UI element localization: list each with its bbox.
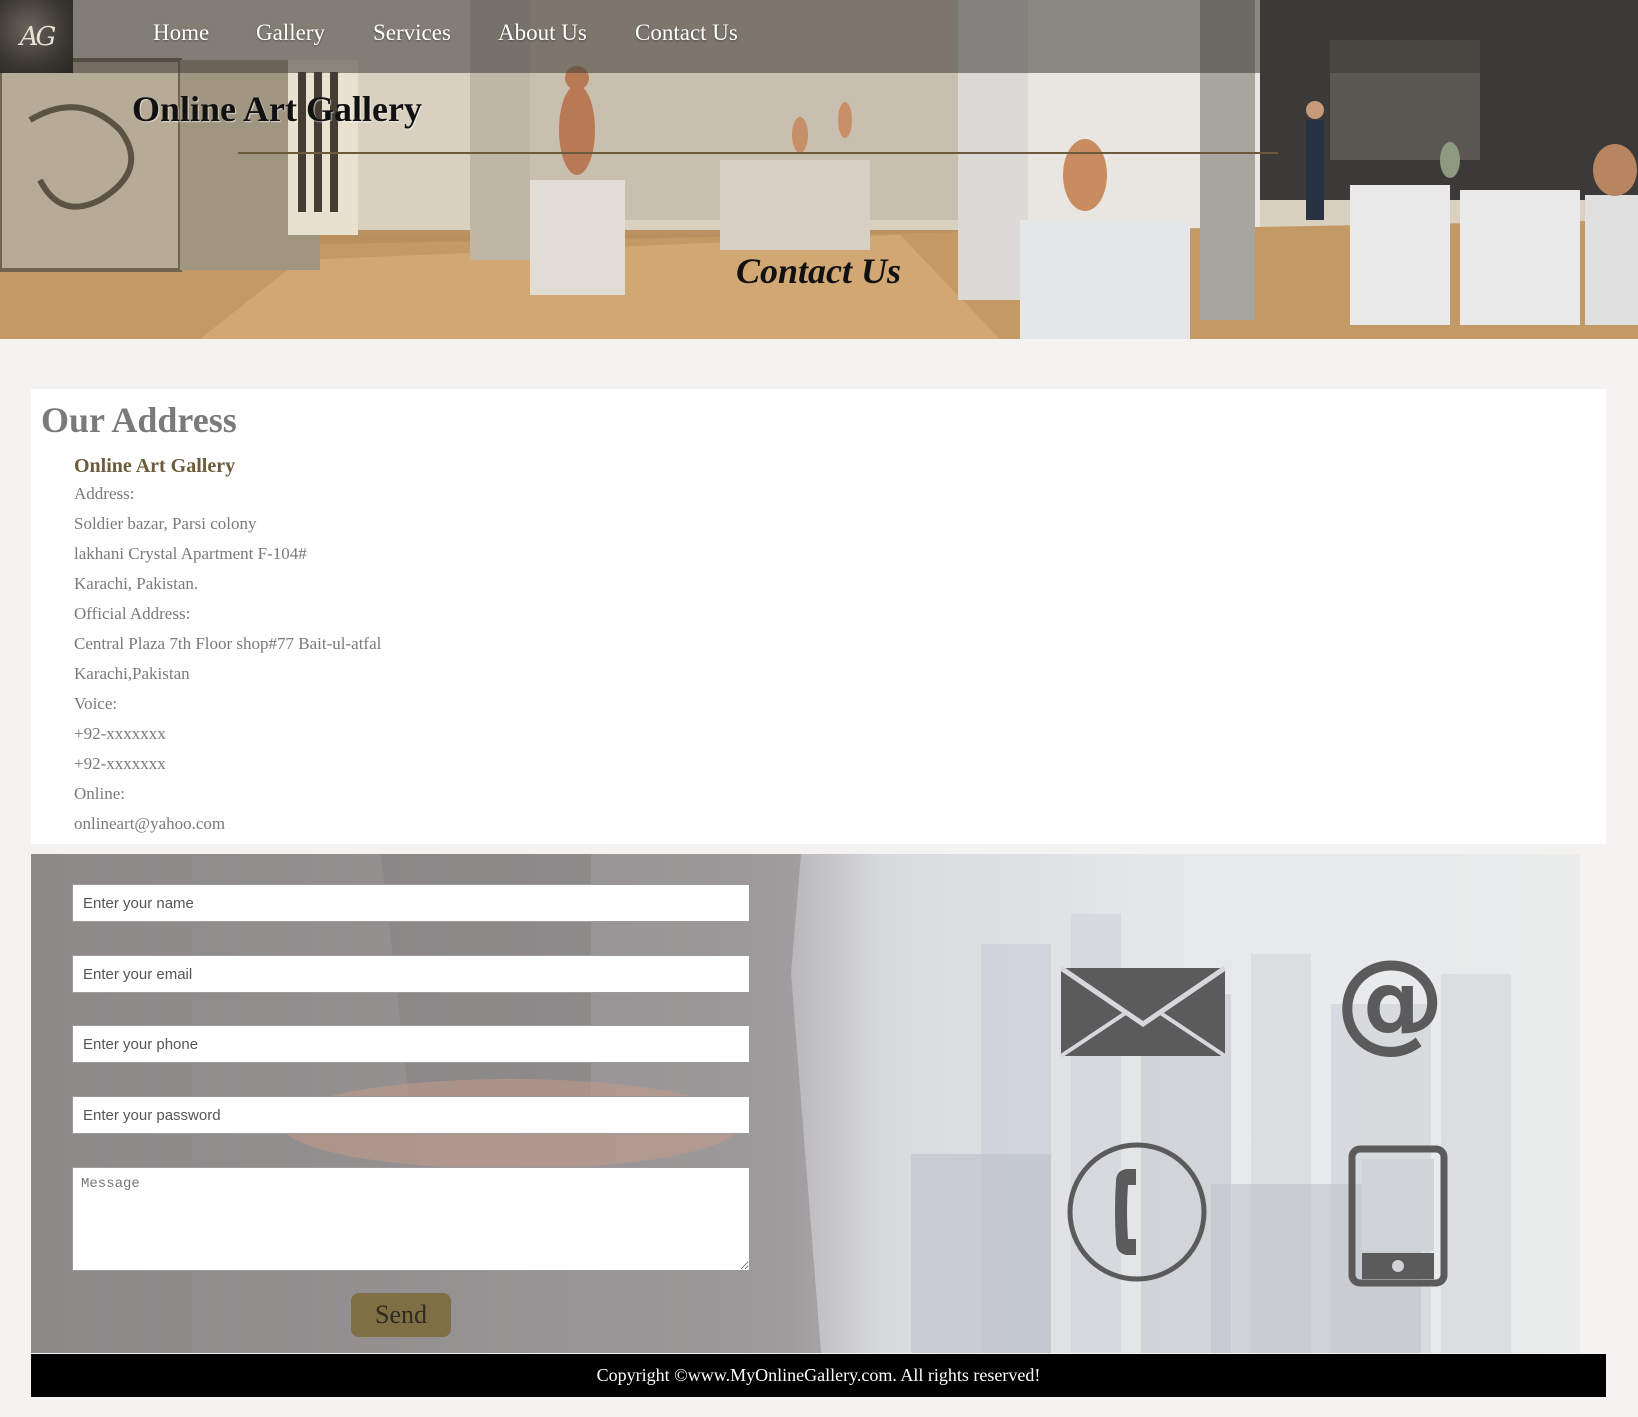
organization-name: Online Art Gallery bbox=[74, 455, 236, 477]
envelope-icon bbox=[1059, 965, 1227, 1058]
address-line: +92-xxxxxxx bbox=[74, 754, 166, 773]
nav-services[interactable]: Services bbox=[373, 20, 451, 46]
address-line[interactable]: onlineart@yahoo.com bbox=[74, 814, 225, 834]
address-line: Central Plaza 7th Floor shop#77 Bait-ul-… bbox=[74, 634, 382, 653]
email-input[interactable] bbox=[72, 955, 750, 993]
send-button[interactable]: Send bbox=[351, 1293, 451, 1337]
address-line: Soldier bazar, Parsi colony bbox=[74, 514, 257, 533]
password-input[interactable] bbox=[72, 1096, 750, 1134]
address-title: Our Address bbox=[41, 400, 237, 440]
title-divider bbox=[238, 152, 1278, 154]
svg-text:@: @ bbox=[1335, 950, 1445, 1060]
address-line: Karachi,Pakistan bbox=[74, 664, 190, 683]
hero-banner: AG Home Gallery Services About Us Contac… bbox=[0, 0, 1638, 339]
top-navbar: AG Home Gallery Services About Us Contac… bbox=[0, 0, 1638, 73]
address-line: Voice: bbox=[74, 694, 118, 713]
nav-gallery[interactable]: Gallery bbox=[256, 20, 325, 46]
address-line: lakhani Crystal Apartment F-104# bbox=[74, 544, 307, 563]
copyright-text: Copyright ©www.MyOnlineGallery.com. All … bbox=[596, 1365, 1041, 1385]
address-line: Address: bbox=[74, 484, 135, 503]
mobile-phone-icon bbox=[1348, 1145, 1448, 1287]
telephone-icon bbox=[1067, 1142, 1207, 1282]
footer: Copyright ©www.MyOnlineGallery.com. All … bbox=[31, 1354, 1606, 1397]
address-line: +92-xxxxxxx bbox=[74, 724, 166, 743]
nav-about-us[interactable]: About Us bbox=[498, 20, 587, 46]
message-textarea[interactable] bbox=[72, 1167, 750, 1271]
at-sign-icon: @ bbox=[1335, 950, 1445, 1060]
address-section: Our Address Online Art Gallery Address: … bbox=[31, 389, 1606, 844]
site-title: Online Art Gallery bbox=[132, 89, 422, 129]
page-heading: Contact Us bbox=[736, 251, 902, 291]
logo[interactable]: AG bbox=[0, 0, 73, 73]
nav-contact-us[interactable]: Contact Us bbox=[635, 20, 738, 46]
logo-text: AG bbox=[19, 21, 57, 52]
contact-form: Send @ bbox=[31, 854, 1580, 1353]
address-line: Online: bbox=[74, 784, 125, 803]
address-line: Karachi, Pakistan. bbox=[74, 574, 199, 593]
phone-input[interactable] bbox=[72, 1025, 750, 1063]
name-input[interactable] bbox=[72, 884, 750, 922]
nav-home[interactable]: Home bbox=[153, 20, 209, 46]
address-line: Official Address: bbox=[74, 604, 191, 623]
